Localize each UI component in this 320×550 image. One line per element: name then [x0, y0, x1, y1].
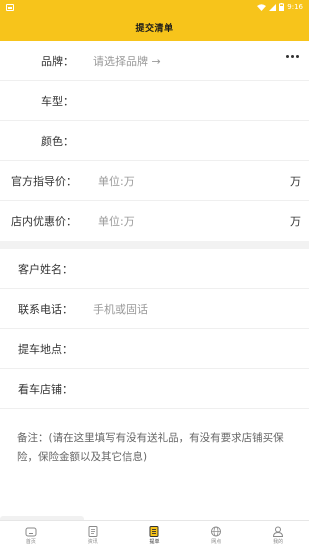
color-label: 颜色： — [41, 134, 74, 148]
status-time: 9:16 — [287, 3, 303, 11]
section-divider — [0, 241, 309, 249]
user-icon — [273, 526, 284, 537]
color-row[interactable]: 颜色： — [0, 121, 309, 161]
model-row[interactable]: 车型： — [0, 81, 309, 121]
store-price-input[interactable]: 单位:万 — [98, 213, 135, 229]
store-row: 看车店铺： — [0, 369, 309, 409]
customer-name-label: 客户姓名： — [18, 262, 73, 276]
store-price-row: 店内优惠价： 单位:万 万 — [0, 201, 309, 241]
more-icon[interactable] — [286, 55, 299, 58]
tab-news-label: 资讯 — [87, 539, 98, 545]
customer-name-row: 客户姓名： — [0, 249, 309, 289]
wifi-icon — [257, 3, 267, 11]
home-icon — [25, 527, 37, 537]
msrp-row: 官方指导价： 单位:万 万 — [0, 161, 309, 201]
status-bar: 9:16 — [0, 0, 309, 14]
tab-order-label: 提单 — [149, 539, 160, 545]
tab-bar: 首页 资讯 提单 网点 我的 — [0, 520, 309, 550]
brand-select[interactable]: 请选择品牌 → — [93, 53, 161, 69]
tab-profile-label: 我的 — [273, 539, 284, 545]
battery-icon — [279, 3, 285, 11]
tab-home-label: 首页 — [25, 539, 36, 545]
store-price-label: 店内优惠价： — [11, 215, 77, 228]
tab-news[interactable]: 资讯 — [62, 521, 124, 550]
order-form: 品牌： 请选择品牌 → 车型： 颜色： 官方指导价： 单位:万 万 店内优惠价：… — [0, 41, 309, 519]
model-label: 车型： — [41, 94, 74, 108]
brand-label: 品牌： — [41, 54, 74, 68]
phone-row: 联系电话： 手机或固话 — [0, 289, 309, 329]
pickup-label: 提车地点： — [18, 342, 73, 356]
globe-icon — [211, 526, 222, 537]
tab-home[interactable]: 首页 — [0, 521, 62, 550]
app-header: 提交清单 — [0, 14, 309, 41]
phone-label: 联系电话： — [18, 302, 73, 316]
tab-order[interactable]: 提单 — [124, 521, 186, 550]
brand-row[interactable]: 品牌： 请选择品牌 → — [0, 41, 309, 81]
page-title: 提交清单 — [135, 24, 174, 34]
news-icon — [88, 526, 98, 537]
signal-icon — [269, 3, 277, 11]
tab-outlets[interactable]: 网点 — [185, 521, 247, 550]
store-price-unit: 万 — [290, 215, 301, 228]
status-left — [6, 3, 14, 11]
msrp-unit: 万 — [290, 174, 301, 188]
tab-profile[interactable]: 我的 — [247, 521, 309, 550]
msrp-input[interactable]: 单位:万 — [98, 173, 135, 189]
msrp-label: 官方指导价： — [11, 174, 77, 188]
phone-input[interactable]: 手机或固话 — [93, 301, 148, 317]
remark-textarea[interactable]: 备注：(请在这里填写有没有送礼品，有没有要求店铺买保险，保险金额以及其它信息) — [0, 409, 309, 519]
order-icon — [149, 526, 159, 537]
status-right: 9:16 — [257, 3, 303, 11]
store-label: 看车店铺： — [18, 382, 73, 396]
pickup-row: 提车地点： — [0, 329, 309, 369]
image-notification-icon — [6, 3, 14, 11]
tab-outlets-label: 网点 — [211, 539, 222, 545]
